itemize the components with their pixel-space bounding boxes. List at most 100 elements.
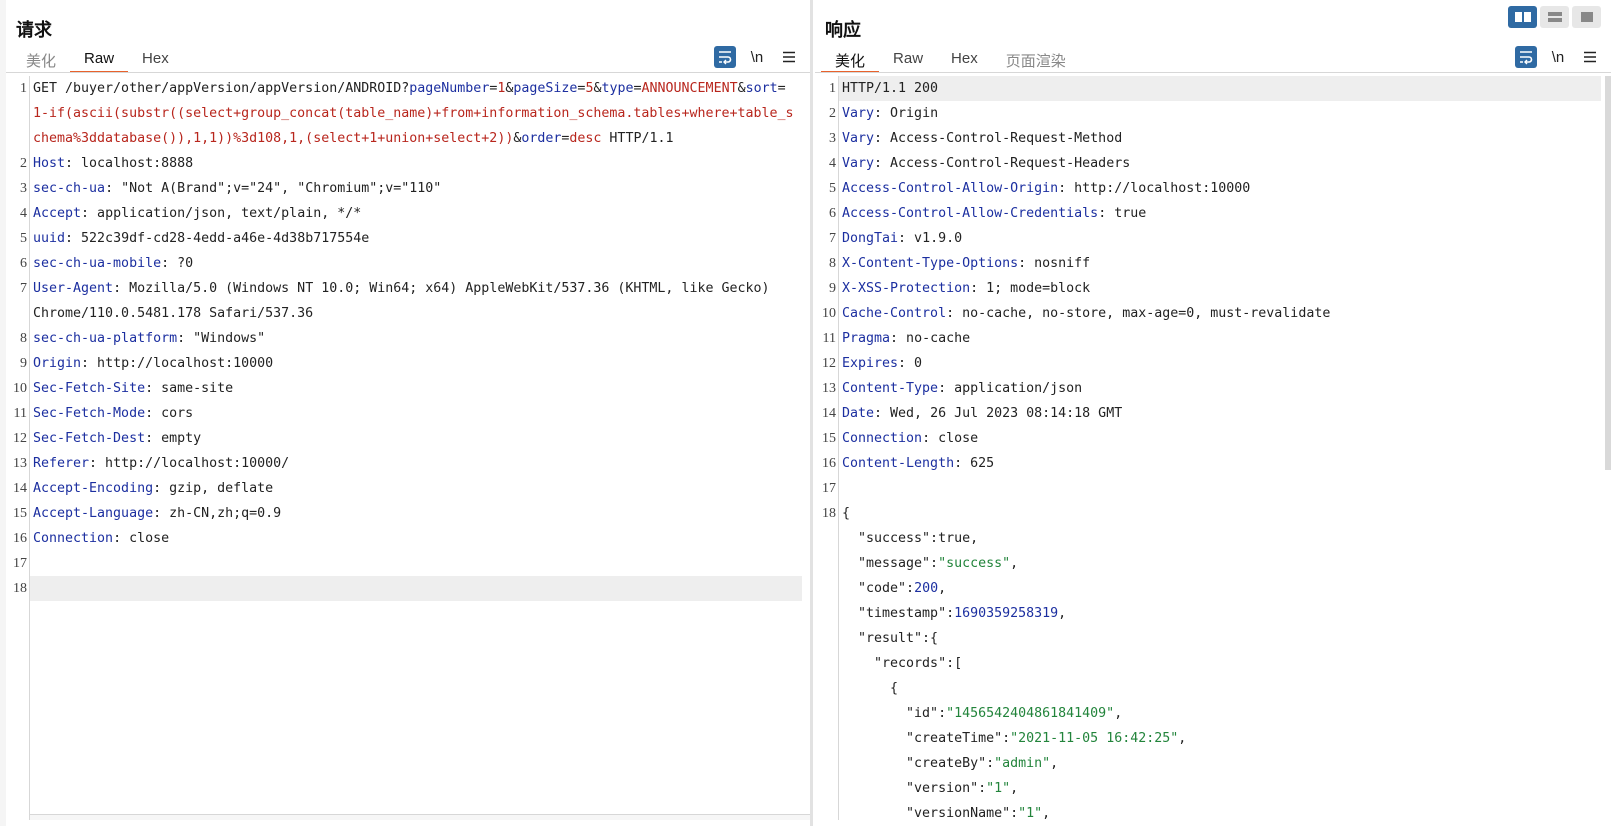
- code-line: 1 HTTP/1.1 200: [815, 76, 1601, 101]
- code-token: Content-Type: [842, 381, 939, 396]
- code-token: : http://localhost:10000: [1058, 181, 1251, 196]
- code-token: ,: [1010, 781, 1019, 796]
- code-token: : close: [113, 531, 170, 546]
- code-line: 5 uuid: 522c39df-cd28-4edd-a46e-4d38b7175…: [6, 226, 802, 251]
- code-line: "message":"success",: [815, 551, 1601, 576]
- newline-toggle-button[interactable]: \n: [1547, 46, 1569, 68]
- code-line: 5 Access-Control-Allow-Origin: http://loc…: [815, 176, 1601, 201]
- code-token: Sec-Fetch-Site: [33, 381, 146, 396]
- request-horizontal-scrollbar[interactable]: [30, 814, 812, 820]
- code-line: 14 Accept-Encoding: gzip, deflate: [6, 476, 802, 501]
- request-pane: 请求 美化 Raw Hex \n 1 GET /buyer/other/appVers…: [6, 0, 812, 826]
- response-tab-1[interactable]: Raw: [879, 46, 937, 72]
- code-token: Content-Length: [842, 456, 955, 471]
- code-token: &: [737, 81, 746, 96]
- line-content: 1-if(ascii(substr((select+group_concat(t…: [30, 101, 802, 126]
- code-token: HTTP/1.1 200: [842, 81, 939, 96]
- code-token: "result":{: [842, 631, 939, 646]
- line-number: 18: [822, 506, 836, 521]
- line-content: Origin: http://localhost:10000: [30, 351, 802, 376]
- code-token: GET /buyer/other/appVersion/appVersion/A…: [33, 81, 410, 96]
- request-title: 请求: [16, 20, 52, 40]
- line-content: "versionName":"1",: [839, 801, 1601, 826]
- request-tabs: 美化 Raw Hex: [12, 46, 183, 73]
- code-token: Sec-Fetch-Dest: [33, 431, 146, 446]
- response-editor[interactable]: 1 HTTP/1.1 200 2 Vary: Origin 3 Vary: Access-…: [815, 76, 1611, 821]
- code-line: 16 Connection: close: [6, 526, 802, 551]
- code-token: : Wed, 26 Jul 2023 08:14:18 GMT: [874, 406, 1123, 421]
- line-content: "success":true,: [839, 526, 1601, 551]
- line-content: Access-Control-Allow-Origin: http://loca…: [839, 176, 1601, 201]
- response-vertical-scrollbar[interactable]: [1605, 76, 1611, 470]
- code-token: Accept-Encoding: [33, 481, 154, 496]
- line-content: Vary: Origin: [839, 101, 1601, 126]
- response-tab-3[interactable]: 页面渲染: [992, 46, 1080, 72]
- response-tab-2[interactable]: Hex: [937, 46, 992, 72]
- hamburger-menu-icon[interactable]: [1579, 46, 1601, 68]
- request-tab-1[interactable]: Raw: [70, 46, 129, 73]
- request-editor[interactable]: 1 GET /buyer/other/appVersion/appVersion/…: [6, 76, 812, 820]
- line-number: 16: [822, 456, 836, 471]
- line-number: 6: [829, 206, 836, 221]
- code-token: : 625: [954, 456, 995, 471]
- line-content: Content-Length: 625: [839, 451, 1601, 476]
- code-token: DongTai: [842, 231, 899, 246]
- newline-toggle-button[interactable]: \n: [746, 46, 768, 68]
- pane-divider[interactable]: [810, 0, 813, 826]
- code-token: "1": [986, 781, 1011, 796]
- request-tab-0[interactable]: 美化: [12, 46, 70, 72]
- code-token: : no-cache: [890, 331, 971, 346]
- line-content: Content-Type: application/json: [839, 376, 1601, 401]
- line-content: [30, 551, 802, 576]
- line-content: "version":"1",: [839, 776, 1601, 801]
- line-content: sec-ch-ua-mobile: ?0: [30, 251, 802, 276]
- code-token: : localhost:8888: [65, 156, 194, 171]
- code-line: 2 Vary: Origin: [815, 101, 1601, 126]
- split-vertical-icon[interactable]: [1540, 6, 1569, 28]
- code-line: 9 Origin: http://localhost:10000: [6, 351, 802, 376]
- code-token: : application/json: [938, 381, 1083, 396]
- code-token: : close: [922, 431, 979, 446]
- wrap-text-icon[interactable]: [714, 46, 736, 68]
- code-token: : no-cache, no-store, max-age=0, must-re…: [946, 306, 1331, 321]
- line-content: {: [839, 676, 1601, 701]
- code-token: 200: [914, 581, 939, 596]
- code-token: sort: [745, 81, 778, 96]
- code-line: 7 User-Agent: Mozilla/5.0 (Windows NT 10.…: [6, 276, 802, 301]
- code-token: HTTP/1.1: [601, 131, 674, 146]
- line-number: 11: [822, 331, 836, 346]
- code-line: 14 Date: Wed, 26 Jul 2023 08:14:18 GMT: [815, 401, 1601, 426]
- hamburger-menu-icon[interactable]: [778, 46, 800, 68]
- code-line: 9 X-XSS-Protection: 1; mode=block: [815, 276, 1601, 301]
- line-content: Vary: Access-Control-Request-Headers: [839, 151, 1601, 176]
- line-content: HTTP/1.1 200: [839, 76, 1601, 101]
- wrap-text-icon[interactable]: [1515, 46, 1537, 68]
- code-token: uuid: [33, 231, 66, 246]
- code-token: Referer: [33, 456, 90, 471]
- code-line: 8 sec-ch-ua-platform: "Windows": [6, 326, 802, 351]
- split-horizontal-icon[interactable]: [1508, 6, 1537, 28]
- code-line: 10 Cache-Control: no-cache, no-store, max…: [815, 301, 1601, 326]
- line-content: Access-Control-Allow-Credentials: true: [839, 201, 1601, 226]
- line-content: Referer: http://localhost:10000/: [30, 451, 802, 476]
- code-token: chema%3ddatabase()),1,1))%3d108,1,(selec…: [33, 131, 514, 146]
- code-token: "success":true,: [842, 531, 979, 546]
- line-content: "timestamp":1690359258319,: [839, 601, 1601, 626]
- line-content: Accept-Encoding: gzip, deflate: [30, 476, 802, 501]
- code-token: type: [601, 81, 634, 96]
- single-pane-icon[interactable]: [1572, 6, 1601, 28]
- line-number: 13: [822, 381, 836, 396]
- line-number: 14: [822, 406, 836, 421]
- line-content: "createTime":"2021-11-05 16:42:25",: [839, 726, 1601, 751]
- request-lines: 1 GET /buyer/other/appVersion/appVersion/…: [6, 76, 802, 601]
- code-line: 15 Accept-Language: zh-CN,zh;q=0.9: [6, 501, 802, 526]
- code-token: : zh-CN,zh;q=0.9: [153, 506, 282, 521]
- code-line: 17: [815, 476, 1601, 501]
- code-token: 1690359258319: [954, 606, 1059, 621]
- response-tab-0[interactable]: 美化: [821, 46, 880, 73]
- line-content: X-Content-Type-Options: nosniff: [839, 251, 1601, 276]
- code-line: 7 DongTai: v1.9.0: [815, 226, 1601, 251]
- line-number: 17: [822, 481, 836, 496]
- code-token: "admin": [994, 756, 1051, 771]
- request-tab-2[interactable]: Hex: [128, 46, 183, 72]
